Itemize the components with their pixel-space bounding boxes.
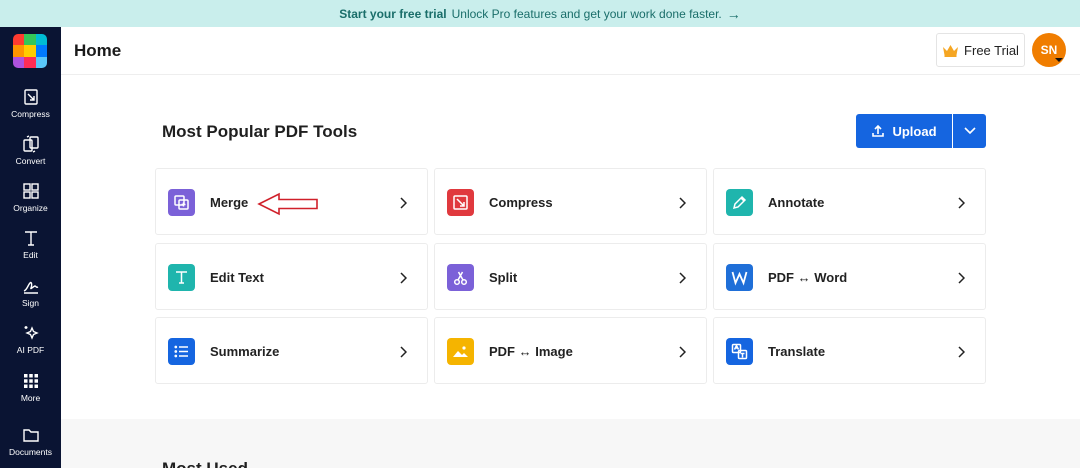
chevron-right-icon	[399, 196, 408, 209]
text-icon	[176, 271, 187, 284]
organize-icon	[22, 183, 39, 199]
annotation-arrow-icon	[257, 192, 318, 216]
tool-label: Summarize	[210, 344, 280, 359]
chevron-right-icon	[399, 345, 408, 358]
free-trial-label: Free Trial	[964, 42, 1019, 58]
chevron-right-icon	[678, 271, 687, 284]
chevron-right-icon	[957, 271, 966, 284]
tool-card-annotate[interactable]: Annotate	[713, 168, 986, 235]
sidebar-item-ai-pdf[interactable]: AI PDF	[0, 322, 61, 366]
tool-card-translate[interactable]: Translate	[713, 317, 986, 384]
tool-icon-bg	[447, 264, 474, 291]
pen-icon	[732, 195, 747, 210]
tool-card-pdf-image[interactable]: PDF ↔ Image	[434, 317, 707, 384]
top-header: Home Free Trial SN	[61, 27, 1080, 75]
tool-card-compress[interactable]: Compress	[434, 168, 707, 235]
upload-label: Upload	[892, 123, 937, 139]
sidebar-item-label: Convert	[15, 156, 46, 166]
chevron-right-icon	[678, 345, 687, 358]
main-content: Most Popular PDF Tools Upload Merge Comp…	[61, 75, 1080, 468]
image-icon	[453, 346, 468, 357]
recent-section: Most Used	[61, 419, 1080, 468]
tool-label: Split	[489, 270, 518, 285]
sidebar-item-more[interactable]: More	[0, 370, 61, 414]
tool-card-pdf-word[interactable]: PDF ↔ Word	[713, 243, 986, 310]
tool-label: PDF ↔ Image	[489, 344, 573, 359]
chevron-down-icon	[963, 127, 976, 135]
arrow-right-icon: →	[726, 5, 741, 22]
tool-label: Compress	[489, 195, 553, 210]
sidebar: Compress Convert Organize Edit Sign AI P…	[0, 27, 61, 468]
tool-icon-bg	[726, 264, 753, 291]
sidebar-item-label: Documents	[9, 447, 52, 457]
sidebar-item-documents[interactable]: Documents	[0, 424, 61, 468]
tool-icon-bg	[168, 264, 195, 291]
upload-icon	[872, 124, 885, 137]
free-trial-button[interactable]: Free Trial	[936, 33, 1025, 67]
folder-icon	[22, 429, 39, 442]
avatar-initials: SN	[1040, 43, 1058, 57]
chevron-right-icon	[399, 271, 408, 284]
tool-label: Edit Text	[210, 270, 264, 285]
tool-icon-bg	[726, 189, 753, 216]
recent-section-title: Most Used	[162, 459, 248, 468]
tool-label: PDF ↔ Word	[768, 270, 848, 285]
ai-sparkle-icon	[24, 326, 39, 340]
banner-bold-text: Start your free trial	[339, 6, 447, 21]
list-icon	[174, 345, 188, 358]
crown-icon	[943, 44, 959, 57]
edit-text-icon	[24, 231, 37, 246]
sidebar-item-organize[interactable]: Organize	[0, 180, 61, 224]
promo-banner[interactable]: Start your free trial Unlock Pro feature…	[0, 0, 1080, 27]
tool-icon-bg	[447, 189, 474, 216]
convert-icon	[22, 135, 39, 153]
scissors-icon	[453, 271, 468, 286]
tool-label: Translate	[768, 344, 826, 359]
tool-icon-bg	[168, 338, 195, 365]
translate-icon	[731, 343, 748, 360]
upload-dropdown-button[interactable]	[953, 114, 986, 148]
upload-button[interactable]: Upload	[856, 114, 952, 148]
tool-label: Merge	[210, 195, 249, 210]
tool-card-summarize[interactable]: Summarize	[155, 317, 428, 384]
sign-icon	[23, 281, 38, 294]
sidebar-item-label: Sign	[21, 298, 39, 308]
tool-icon-bg	[447, 338, 474, 365]
sidebar-item-sign[interactable]: Sign	[0, 275, 61, 319]
chevron-right-icon	[678, 196, 687, 209]
chevron-right-icon	[957, 196, 966, 209]
page-title: Home	[74, 41, 122, 60]
caret-down-icon[interactable]	[1055, 58, 1063, 62]
tool-label: Annotate	[768, 195, 825, 210]
grid-dots-icon	[23, 374, 38, 388]
chevron-right-icon	[957, 345, 966, 358]
section-title: Most Popular PDF Tools	[162, 122, 358, 141]
sidebar-item-edit[interactable]: Edit	[0, 227, 61, 271]
compress-icon	[453, 195, 468, 210]
tool-icon-bg	[726, 338, 753, 365]
tool-icon-bg	[168, 189, 195, 216]
tool-card-edit-text[interactable]: Edit Text	[155, 243, 428, 310]
app-logo[interactable]	[13, 34, 47, 68]
sidebar-item-label: More	[20, 393, 41, 403]
sidebar-item-label: Compress	[11, 109, 50, 119]
word-icon	[731, 271, 748, 286]
sidebar-item-convert[interactable]: Convert	[0, 133, 61, 177]
sidebar-item-label: Edit	[23, 250, 38, 260]
sidebar-item-compress[interactable]: Compress	[0, 86, 61, 130]
sidebar-item-label: AI PDF	[16, 345, 45, 355]
sidebar-item-label: Organize	[13, 203, 48, 213]
tool-card-split[interactable]: Split	[434, 243, 707, 310]
banner-text: Unlock Pro features and get your work do…	[451, 6, 722, 21]
merge-icon	[174, 195, 189, 210]
compress-icon	[23, 89, 38, 105]
